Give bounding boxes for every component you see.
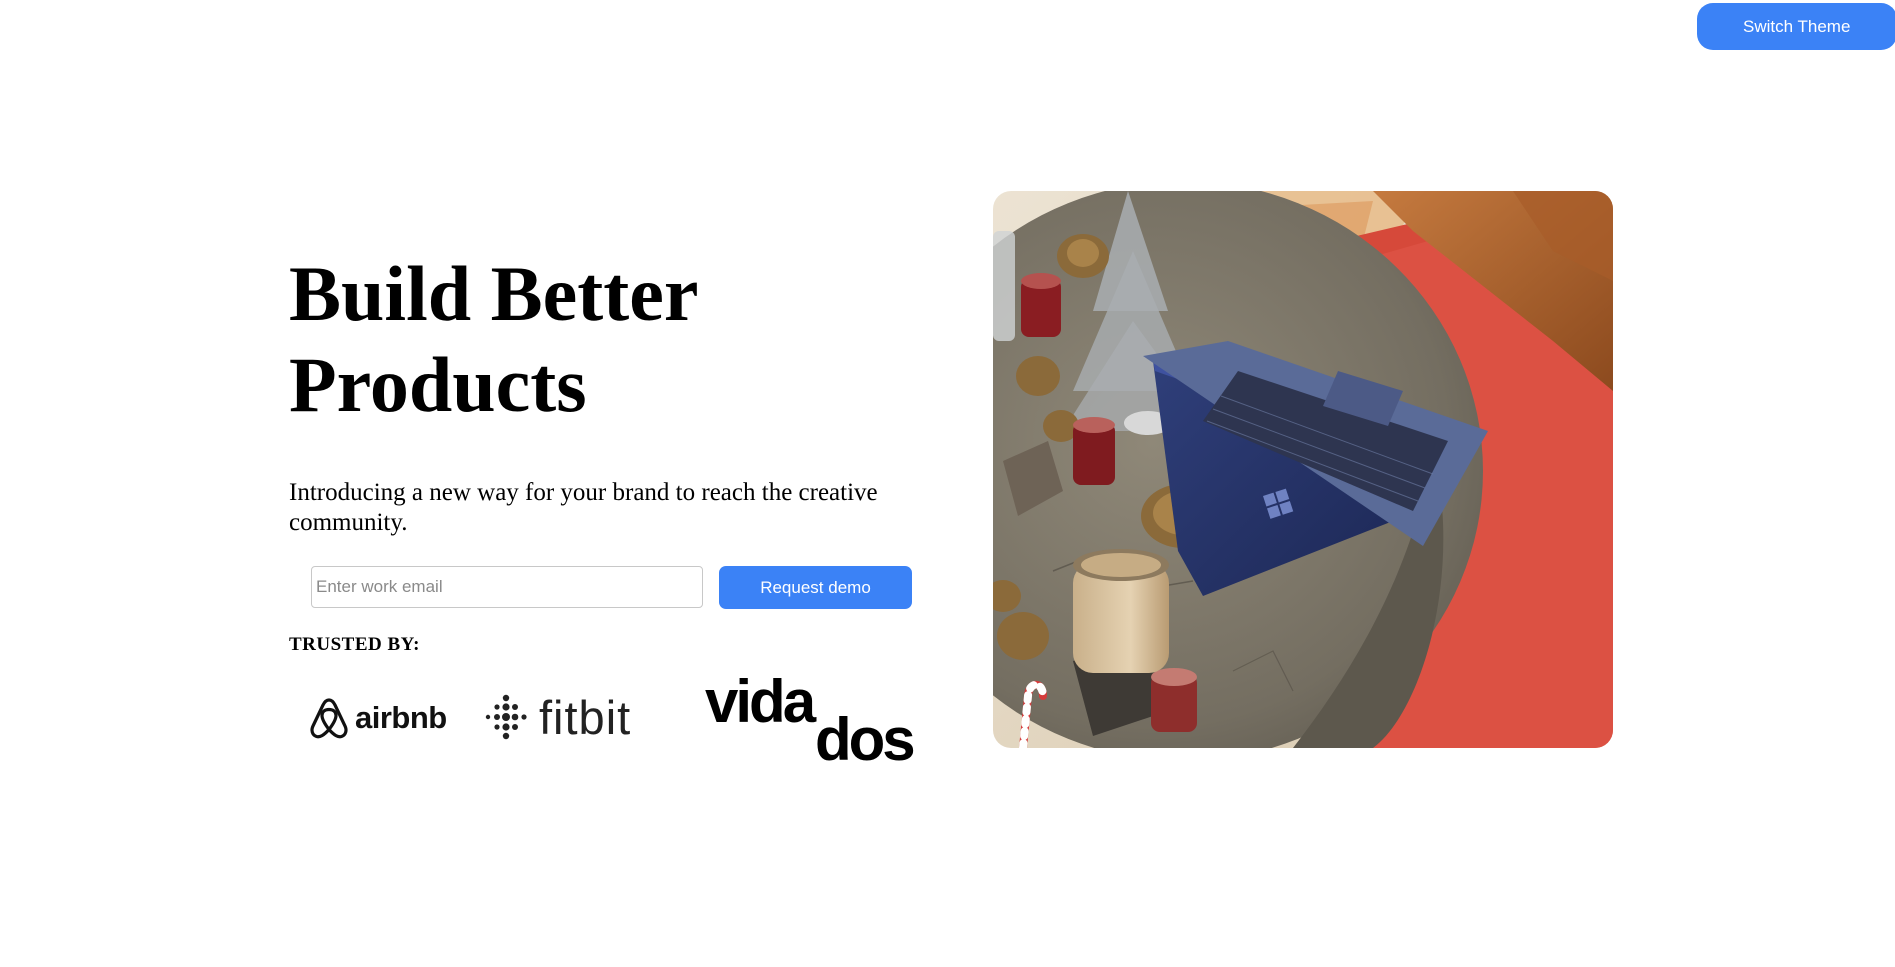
hero-title: Build Better Products xyxy=(289,250,698,428)
airbnb-wordmark: airbnb xyxy=(355,700,447,735)
svg-text:vida: vida xyxy=(705,672,817,735)
airbnb-logo: airbnb xyxy=(309,695,447,741)
request-demo-button[interactable]: Request demo xyxy=(719,566,912,609)
fitbit-wordmark: fitbit xyxy=(539,690,632,744)
svg-text:dos: dos xyxy=(815,706,913,764)
hero-photo xyxy=(993,191,1613,748)
vidados-logo: vida dos xyxy=(705,672,927,764)
switch-theme-button[interactable]: Switch Theme xyxy=(1697,3,1895,50)
hero-image xyxy=(993,191,1613,748)
vidados-wordmark: vida dos xyxy=(705,672,916,764)
trusted-by-heading: TRUSTED BY: xyxy=(289,634,420,655)
work-email-input[interactable] xyxy=(311,566,703,608)
fitbit-logo: fitbit xyxy=(483,690,632,744)
hero-subtitle: Introducing a new way for your brand to … xyxy=(289,479,878,536)
airbnb-belo-icon xyxy=(310,698,348,739)
fitbit-dots-icon xyxy=(485,694,527,740)
